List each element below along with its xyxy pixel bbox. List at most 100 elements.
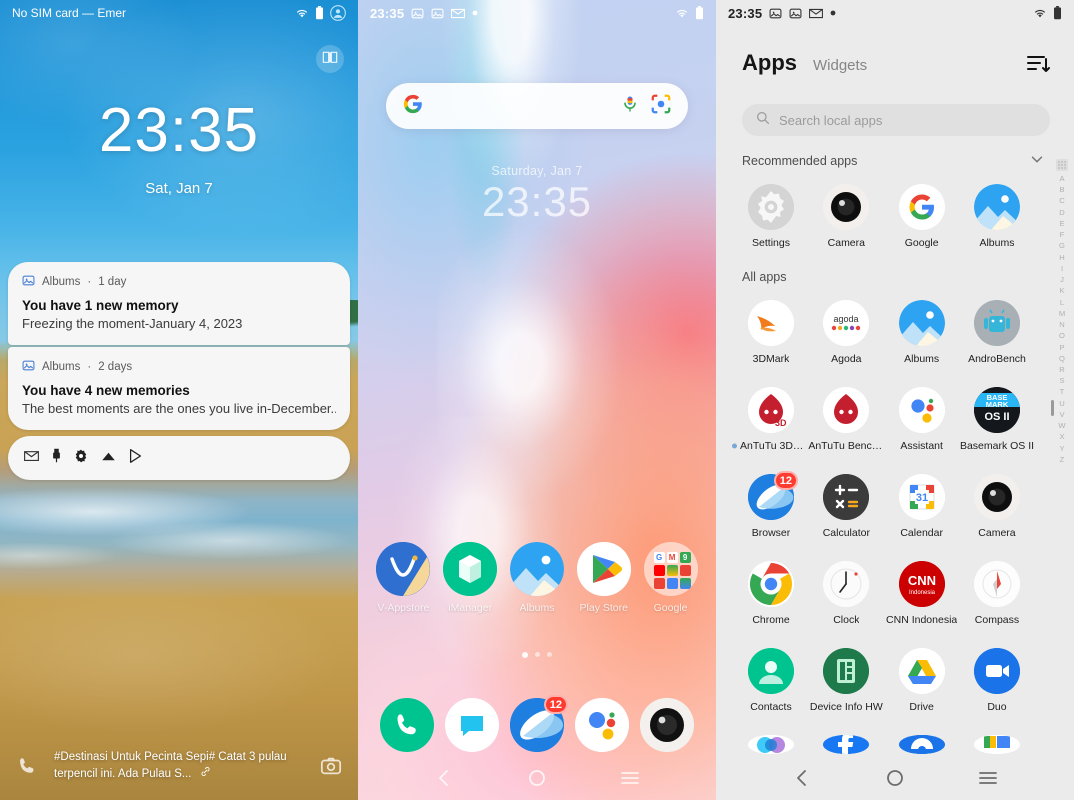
drawer-app-agoda[interactable]: agoda Agoda: [809, 300, 883, 365]
az-letter[interactable]: O: [1059, 330, 1065, 341]
wallpaper-caption[interactable]: #Destinasi Untuk Pecinta Sepi# Catat 3 p…: [54, 749, 304, 782]
notification-card[interactable]: Albums · 2 days You have 4 new memories …: [8, 347, 350, 430]
az-letter[interactable]: B: [1059, 184, 1064, 195]
az-letter[interactable]: P: [1059, 342, 1064, 353]
google-search-bar[interactable]: [386, 83, 688, 129]
grid-icon[interactable]: [1056, 158, 1068, 171]
drawer-app-compass[interactable]: Compass: [960, 561, 1034, 626]
az-letter[interactable]: J: [1060, 274, 1064, 285]
sort-icon[interactable]: [1024, 50, 1052, 78]
drawer-app-google[interactable]: Google: [885, 184, 959, 249]
notification-card[interactable]: Albums · 1 day You have 1 new memory Fre…: [8, 262, 350, 345]
drawer-tabs: Apps Widgets: [742, 50, 867, 76]
home-app-imanager[interactable]: iManager: [439, 542, 501, 614]
dock-app-camera[interactable]: [636, 698, 698, 752]
drawer-app-antutu-3dbench[interactable]: 3D AnTuTu 3DB…: [732, 387, 809, 452]
drawer-app-settings[interactable]: Settings: [734, 184, 808, 249]
gmail-icon[interactable]: [24, 449, 39, 467]
settings-flower-icon[interactable]: [74, 449, 88, 468]
drawer-app-androbench[interactable]: AndroBench: [960, 300, 1034, 365]
back-icon[interactable]: [424, 765, 464, 791]
home-icon[interactable]: [517, 765, 557, 791]
az-letter[interactable]: X: [1059, 431, 1064, 442]
az-letter[interactable]: Q: [1059, 353, 1065, 364]
home-app-albums[interactable]: Albums: [506, 542, 568, 614]
jovi-magazine-button[interactable]: [316, 45, 344, 73]
back-icon[interactable]: [782, 765, 822, 791]
home-app-v-appstore[interactable]: V-Appstore: [372, 542, 434, 614]
page-dot[interactable]: [522, 652, 528, 658]
az-letter[interactable]: S: [1059, 375, 1064, 386]
az-letter[interactable]: Z: [1060, 454, 1065, 465]
tab-apps[interactable]: Apps: [742, 50, 797, 76]
az-letter[interactable]: N: [1059, 319, 1064, 330]
drawer-app-assistant[interactable]: Assistant: [885, 387, 959, 452]
google-icon: G: [653, 552, 665, 563]
account-icon[interactable]: [330, 5, 346, 21]
drawer-app-calendar[interactable]: 31 Calendar: [885, 474, 959, 539]
az-letter[interactable]: G: [1059, 240, 1065, 251]
collapsed-notification-bar[interactable]: [8, 436, 350, 480]
drive-cloud-icon[interactable]: [101, 449, 116, 467]
az-letter[interactable]: E: [1059, 218, 1064, 229]
page-indicator[interactable]: [358, 652, 716, 658]
microphone-icon[interactable]: [620, 94, 640, 119]
recents-icon[interactable]: [968, 765, 1008, 791]
battery-icon: [315, 6, 324, 20]
home-icon[interactable]: [875, 765, 915, 791]
drawer-app-camera[interactable]: Camera: [960, 474, 1034, 539]
az-letter[interactable]: K: [1059, 285, 1064, 296]
az-letter[interactable]: C: [1059, 195, 1064, 206]
az-letter[interactable]: U: [1059, 398, 1064, 409]
drawer-app-device-info-hw[interactable]: Device Info HW: [809, 648, 883, 713]
search-input[interactable]: Search local apps: [742, 104, 1050, 136]
drawer-app-antutu-benchmark[interactable]: AnTuTu Bench…: [808, 387, 884, 452]
scrollbar-thumb[interactable]: [1051, 400, 1054, 416]
pin-icon[interactable]: [52, 448, 61, 468]
home-app-google-folder[interactable]: G M 9 Google: [640, 542, 702, 614]
drawer-app-chrome[interactable]: Chrome: [734, 561, 808, 626]
az-letter[interactable]: V: [1059, 409, 1064, 420]
az-letter[interactable]: R: [1059, 364, 1064, 375]
phone-icon[interactable]: [10, 749, 44, 783]
drawer-app-clock[interactable]: Clock: [809, 561, 883, 626]
drawer-app-label: Calculator: [822, 527, 870, 539]
camera-icon[interactable]: [314, 749, 348, 783]
drawer-app-contacts[interactable]: Contacts: [734, 648, 808, 713]
dock-app-messages[interactable]: [441, 698, 503, 752]
az-letter[interactable]: H: [1059, 252, 1064, 263]
drawer-app-browser[interactable]: 12 Browser: [734, 471, 808, 539]
az-letter[interactable]: W: [1058, 420, 1065, 431]
drawer-app-drive[interactable]: Drive: [885, 648, 959, 713]
az-letter[interactable]: I: [1061, 263, 1063, 274]
page-dot[interactable]: [535, 652, 540, 657]
home-app-play-store[interactable]: Play Store: [573, 542, 635, 614]
az-letter[interactable]: D: [1059, 207, 1064, 218]
drawer-app-albums[interactable]: Albums: [885, 300, 959, 365]
drawer-app-albums[interactable]: Albums: [960, 184, 1034, 249]
drawer-app-camera[interactable]: Camera: [809, 184, 883, 249]
az-letter[interactable]: A: [1059, 173, 1064, 184]
az-letter[interactable]: Y: [1059, 443, 1064, 454]
alphabet-index[interactable]: A B C D E F G H I J K L M N O P Q R S T …: [1053, 158, 1071, 465]
google-lens-icon[interactable]: [650, 93, 672, 120]
drawer-app-cnn-indonesia[interactable]: CNN Indonesia CNN Indonesia: [885, 561, 959, 626]
page-dot[interactable]: [547, 652, 552, 657]
az-letter[interactable]: M: [1059, 308, 1065, 319]
dock-app-assistant[interactable]: [571, 698, 633, 752]
dock-app-phone[interactable]: [376, 698, 438, 752]
chevron-down-icon[interactable]: [1028, 150, 1046, 168]
az-letter[interactable]: T: [1060, 386, 1065, 397]
az-letter[interactable]: L: [1060, 297, 1064, 308]
drawer-app-basemark-os-ii[interactable]: BASE MARK OS II Basemark OS II: [960, 387, 1034, 452]
drawer-app-3dmark[interactable]: 3DMark: [734, 300, 808, 365]
dock-app-browser[interactable]: 12: [506, 695, 568, 752]
drawer-app-duo[interactable]: Duo: [960, 648, 1034, 713]
recents-icon[interactable]: [610, 765, 650, 791]
drawer-app-calculator[interactable]: Calculator: [809, 474, 883, 539]
notification-header: Albums · 2 days: [22, 359, 336, 375]
play-icon[interactable]: [129, 448, 142, 468]
tab-widgets[interactable]: Widgets: [813, 57, 867, 74]
az-letter[interactable]: F: [1060, 229, 1065, 240]
homescreen-clock-widget[interactable]: Saturday, Jan 7 23:35: [358, 164, 716, 224]
